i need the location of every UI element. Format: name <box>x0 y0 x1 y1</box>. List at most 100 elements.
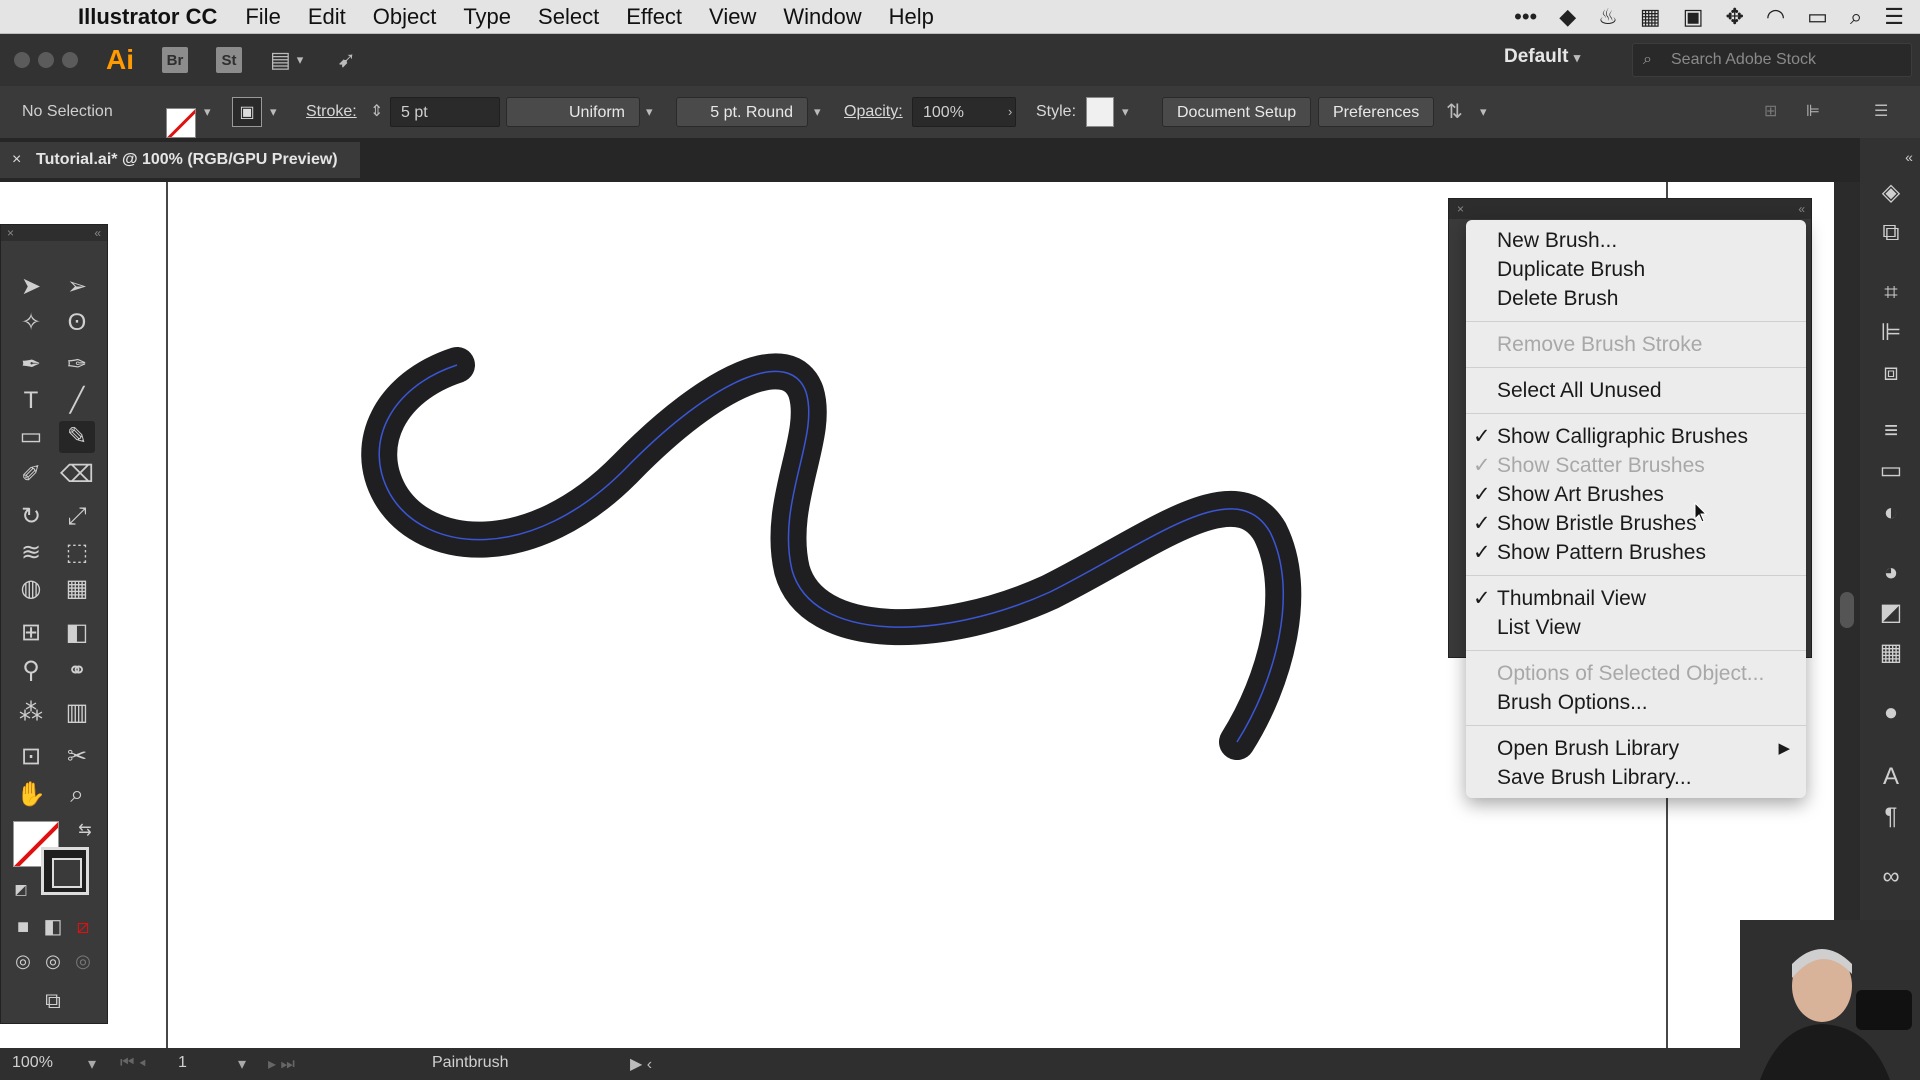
appearance-panel-icon[interactable]: ● <box>1876 698 1906 728</box>
menu-item-list-view[interactable]: List View <box>1466 613 1806 642</box>
slice-tool-icon[interactable]: ✂ <box>59 741 95 773</box>
menu-item-select-all-unused[interactable]: Select All Unused <box>1466 376 1806 405</box>
chevron-down-icon[interactable]: ▾ <box>646 97 653 127</box>
stroke-label[interactable]: Stroke: <box>306 97 357 127</box>
align-panel-icon[interactable]: ⊫ <box>1876 318 1906 348</box>
chevron-down-icon[interactable]: ▾ <box>1480 97 1487 127</box>
search-stock-input[interactable]: ⌕ Search Adobe Stock <box>1632 43 1912 77</box>
menu-view[interactable]: View <box>709 4 756 30</box>
chevron-down-icon[interactable]: ▾ <box>297 52 304 68</box>
menu-app-name[interactable]: Illustrator CC <box>78 4 217 30</box>
curvature-tool-icon[interactable]: ✑ <box>59 349 95 381</box>
zoom-window-button[interactable] <box>62 52 78 68</box>
window-icon[interactable]: ▣ <box>1683 4 1704 30</box>
stroke-swatch[interactable] <box>41 847 89 895</box>
draw-inside-icon[interactable]: ◎ <box>65 945 101 977</box>
screen-mode-icon[interactable]: ⧉ <box>35 985 71 1017</box>
dropbox-icon[interactable]: ◆ <box>1559 4 1576 30</box>
opacity-field[interactable]: 100% <box>912 97 1016 127</box>
artboard-tool-icon[interactable]: ⊡ <box>13 741 49 773</box>
gpu-performance-icon[interactable]: ➹ <box>337 47 355 73</box>
vertical-scrollbar[interactable] <box>1834 182 1860 1048</box>
symbol-sprayer-tool-icon[interactable]: ⁂ <box>13 697 49 729</box>
arrange-icon[interactable]: ⇅ <box>1446 97 1463 127</box>
zoom-level[interactable]: 100% <box>12 1054 53 1072</box>
chevron-down-icon[interactable]: ▾ <box>238 1054 246 1074</box>
paintbrush-tool-icon[interactable]: ✎ <box>59 421 95 453</box>
variable-width-profile[interactable]: Uniform <box>506 97 640 127</box>
last-artboard-icon[interactable]: ▸ ⏭ <box>268 1054 295 1074</box>
lasso-tool-icon[interactable]: ʘ <box>59 307 95 339</box>
chevron-down-icon[interactable]: ▾ <box>814 97 821 127</box>
collapse-dock-icon[interactable]: « <box>1894 142 1920 172</box>
gradient-panel-icon[interactable]: ▭ <box>1876 456 1906 486</box>
line-tool-icon[interactable]: ╱ <box>59 385 95 417</box>
brushes-panel-header[interactable]: × « <box>1449 199 1811 219</box>
panel-menu-icon[interactable]: ☰ <box>1874 97 1888 127</box>
menu-item-brush-options[interactable]: Brush Options... <box>1466 688 1806 717</box>
close-window-button[interactable] <box>14 52 30 68</box>
color-panel-icon[interactable]: ◕ <box>1876 558 1906 588</box>
menu-object[interactable]: Object <box>373 4 437 30</box>
notification-list-icon[interactable]: ☰ <box>1884 4 1904 30</box>
eraser-tool-icon[interactable]: ⌫ <box>59 459 95 491</box>
free-transform-tool-icon[interactable]: ⬚ <box>59 537 95 569</box>
menu-item-open-brush-library[interactable]: Open Brush Library ▶ <box>1466 734 1806 763</box>
bridge-button[interactable]: Br <box>162 47 188 73</box>
width-tool-icon[interactable]: ≋ <box>13 537 49 569</box>
magic-wand-tool-icon[interactable]: ✧ <box>13 307 49 339</box>
graphic-style-swatch[interactable] <box>1086 97 1114 127</box>
first-artboard-icon[interactable]: ⏮ ◂ <box>120 1054 146 1072</box>
links-panel-icon[interactable]: ∞ <box>1876 862 1906 892</box>
swatches-panel-icon[interactable]: ▦ <box>1876 638 1906 668</box>
preferences-button[interactable]: Preferences <box>1318 97 1435 127</box>
blend-tool-icon[interactable]: ⚭ <box>59 655 95 687</box>
column-graph-tool-icon[interactable]: ▥ <box>59 697 95 729</box>
scale-tool-icon[interactable]: ⤢ <box>59 501 95 533</box>
perspective-grid-tool-icon[interactable]: ▦ <box>59 573 95 605</box>
none-mode-icon[interactable]: ⧄ <box>65 911 101 943</box>
type-tool-icon[interactable]: T <box>13 385 49 417</box>
move-icon[interactable]: ✥ <box>1726 4 1744 30</box>
menu-item-thumbnail-view[interactable]: ✓ Thumbnail View <box>1466 584 1806 613</box>
zoom-tool-icon[interactable]: ⌕ <box>59 779 95 811</box>
mesh-tool-icon[interactable]: ⊞ <box>13 617 49 649</box>
document-tab[interactable]: × Tutorial.ai* @ 100% (RGB/GPU Preview) <box>0 142 360 178</box>
pathfinder-panel-icon[interactable]: ⧈ <box>1876 358 1906 388</box>
workspace-switcher[interactable]: Default ▾ <box>1504 46 1580 68</box>
direct-selection-tool-icon[interactable]: ➢ <box>59 271 95 303</box>
transform-panel-icon[interactable]: ⌗ <box>1876 278 1906 308</box>
arrange-documents-icon[interactable]: ▤ <box>270 47 291 73</box>
stroke-stepper-icon[interactable]: ⇕ <box>370 97 383 127</box>
character-panel-icon[interactable]: A <box>1876 762 1906 792</box>
tools-panel-header[interactable]: × « <box>1 225 107 241</box>
chevron-down-icon[interactable]: ▾ <box>204 97 211 127</box>
menu-help[interactable]: Help <box>889 4 934 30</box>
eyedropper-tool-icon[interactable]: ⚲ <box>13 655 49 687</box>
distribute-icon[interactable]: ⊫ <box>1806 97 1820 127</box>
fill-color-swatch[interactable] <box>166 108 196 138</box>
paragraph-panel-icon[interactable]: ¶ <box>1876 802 1906 832</box>
chevron-down-icon[interactable]: ▾ <box>88 1054 96 1074</box>
menu-select[interactable]: Select <box>538 4 599 30</box>
brush-definition[interactable]: 5 pt. Round <box>676 97 808 127</box>
shaper-tool-icon[interactable]: ✐ <box>13 459 49 491</box>
battery-icon[interactable]: ▭ <box>1807 4 1828 30</box>
layers-panel-icon[interactable]: ◈ <box>1876 178 1906 208</box>
stroke-color-swatch[interactable]: ▣ <box>232 97 262 127</box>
minimize-window-button[interactable] <box>38 52 54 68</box>
rotate-tool-icon[interactable]: ↻ <box>13 501 49 533</box>
chevron-down-icon[interactable]: ▾ <box>1122 97 1129 127</box>
shape-builder-tool-icon[interactable]: ◍ <box>13 573 49 605</box>
artboards-panel-icon[interactable]: ⧉ <box>1876 218 1906 248</box>
chevron-down-icon[interactable]: ▾ <box>270 97 277 127</box>
stroke-panel-icon[interactable]: ≡ <box>1876 416 1906 446</box>
pen-tool-icon[interactable]: ✒ <box>13 349 49 381</box>
align-icon[interactable]: ⊞ <box>1764 97 1777 127</box>
menu-window[interactable]: Window <box>783 4 861 30</box>
gradient-tool-icon[interactable]: ◧ <box>59 617 95 649</box>
hand-tool-icon[interactable]: ✋ <box>13 779 49 811</box>
menu-item-new-brush[interactable]: New Brush... <box>1466 226 1806 255</box>
selection-tool-icon[interactable]: ➤ <box>13 271 49 303</box>
close-icon[interactable]: × <box>12 142 21 178</box>
